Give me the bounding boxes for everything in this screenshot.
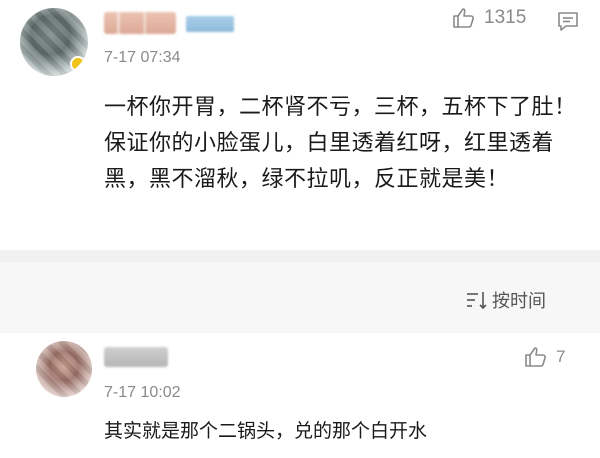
sort-by-time-button[interactable]: 按时间 (466, 287, 546, 313)
sort-label: 按时间 (492, 291, 546, 312)
comment-text: 其实就是那个二锅头，兑的那个白开水 (104, 420, 428, 442)
username-obscured[interactable] (104, 347, 168, 367)
like-count: 7 (556, 347, 566, 366)
section-divider (0, 250, 600, 262)
thumbs-up-icon (525, 347, 546, 367)
comment-text: 一杯你开胃，二杯肾不亏，三杯，五杯下了肚！保证你的小脸蛋儿，白里透着红呀，红里透… (104, 95, 577, 192)
comment-item: 7-17 07:34 1315 一杯你开胃，二杯肾不亏，三杯，五杯下了肚！保证你… (0, 0, 600, 250)
like-count: 1315 (484, 7, 527, 28)
username-obscured[interactable] (104, 12, 234, 34)
avatar[interactable] (36, 341, 92, 397)
thumbs-up-icon (453, 8, 474, 28)
sort-icon (467, 292, 487, 310)
comment-reply-icon[interactable] (556, 9, 580, 33)
like-button[interactable]: 7 (524, 345, 565, 369)
avatar[interactable] (20, 8, 88, 76)
verified-badge-icon (70, 56, 86, 72)
comment-timestamp: 7-17 07:34 (104, 49, 181, 66)
sort-bar: 按时间 (0, 262, 600, 333)
like-button[interactable]: 1315 (452, 6, 526, 30)
comment-timestamp: 7-17 10:02 (104, 384, 181, 401)
comment-item: 7-17 10:02 7 其实就是那个二锅头，兑的那个白开水 (0, 333, 600, 458)
